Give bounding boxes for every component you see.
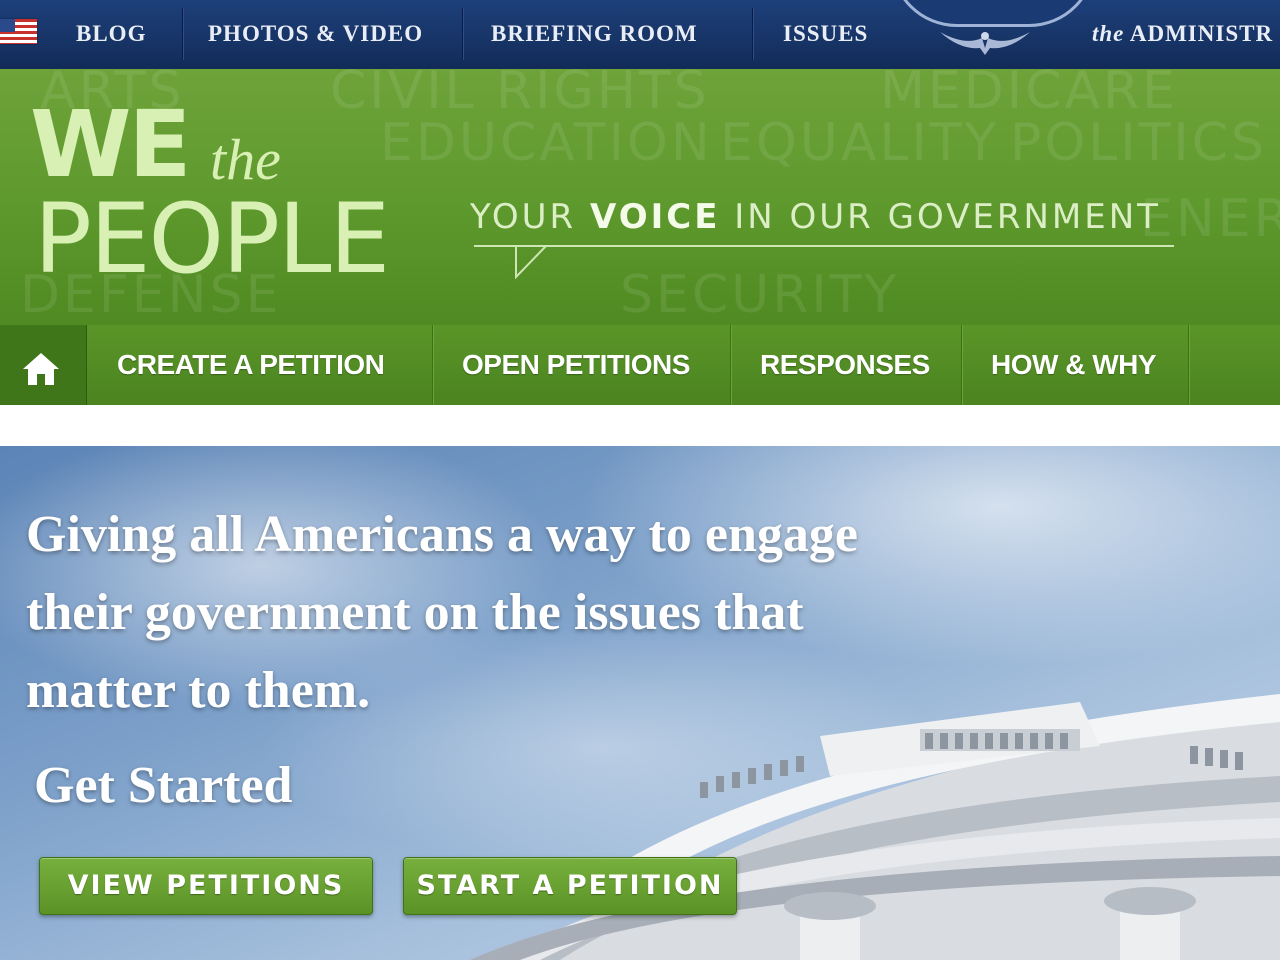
banner-background-word: ENERGY <box>1140 189 1280 249</box>
nav-responses[interactable]: RESPONSES <box>760 325 930 405</box>
nav-admin-prefix: the <box>1092 21 1125 46</box>
nav-divider <box>462 8 463 60</box>
banner-background-word: SECURITY <box>620 265 900 325</box>
nav-create-petition[interactable]: CREATE A PETITION <box>117 325 385 405</box>
logo-the: the <box>210 127 281 192</box>
logo-people[interactable]: PEOPLE <box>34 191 390 287</box>
home-button[interactable] <box>0 325 87 405</box>
nav-divider <box>432 325 433 405</box>
nav-divider <box>182 8 183 60</box>
tagline-part: YOUR <box>470 197 577 237</box>
view-petitions-button[interactable]: VIEW PETITIONS <box>39 857 373 915</box>
we-the-people-banner: ARTS CIVIL RIGHTS MEDICARE EDUCATION EQU… <box>0 69 1280 325</box>
hero-headline-line: their government on the issues that <box>26 584 804 641</box>
hero-headline-line: matter to them. <box>26 662 371 719</box>
tagline-underline <box>474 245 1174 247</box>
nav-how-and-why[interactable]: HOW & WHY <box>991 325 1157 405</box>
hero-section: Giving all Americans a way to engage the… <box>0 446 1280 960</box>
get-started-heading: Get Started <box>34 757 293 814</box>
banner-background-word: POLITICS <box>1010 113 1268 173</box>
hero-headline: Giving all Americans a way to engage the… <box>26 496 986 730</box>
tagline: YOUR VOICE IN OUR GOVERNMENT <box>470 197 1161 237</box>
banner-background-word: EQUALITY <box>720 113 1000 173</box>
nav-open-petitions[interactable]: OPEN PETITIONS <box>462 325 690 405</box>
nav-divider <box>1188 325 1189 405</box>
nav-admin-label: ADMINISTR <box>1129 21 1274 46</box>
nav-photos-video[interactable]: PHOTOS & VIDEO <box>208 0 423 69</box>
nav-briefing-room[interactable]: BRIEFING ROOM <box>491 0 698 69</box>
top-navigation: BLOG PHOTOS & VIDEO BRIEFING ROOM ISSUES… <box>0 0 1280 71</box>
nav-the-administration[interactable]: the ADMINISTR <box>1092 0 1273 69</box>
logo-we[interactable]: WE <box>30 99 191 191</box>
nav-divider <box>752 8 753 60</box>
hero-headline-line: Giving all Americans a way to engage <box>26 506 858 563</box>
speech-bubble-tail-icon <box>487 245 547 279</box>
petitions-navigation: CREATE A PETITION OPEN PETITIONS RESPONS… <box>0 325 1280 405</box>
nav-divider <box>730 325 731 405</box>
home-icon <box>23 353 59 385</box>
nav-divider <box>961 325 962 405</box>
tagline-part: IN OUR GOVERNMENT <box>734 197 1161 237</box>
us-flag-icon[interactable] <box>0 19 37 44</box>
nav-blog[interactable]: BLOG <box>76 0 146 69</box>
banner-background-word: EDUCATION <box>380 113 713 173</box>
nav-issues[interactable]: ISSUES <box>783 0 868 69</box>
start-a-petition-button[interactable]: START A PETITION <box>403 857 737 915</box>
seal-icon[interactable] <box>890 0 1096 27</box>
tagline-emphasis: VOICE <box>590 197 721 237</box>
eagle-icon <box>940 32 1030 55</box>
